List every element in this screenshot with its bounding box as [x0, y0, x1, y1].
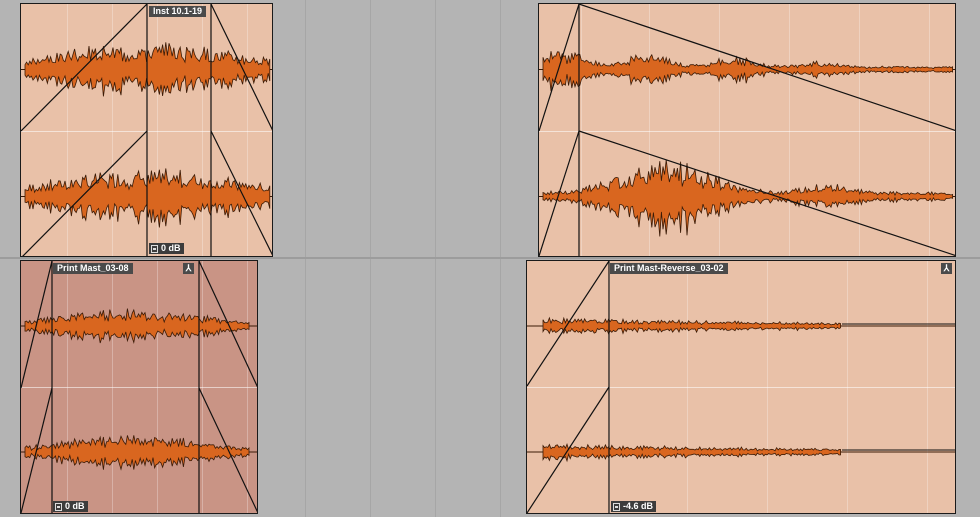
fade-lines[interactable] — [21, 4, 273, 257]
sync-point-icon[interactable]: ⅄ — [941, 263, 952, 274]
clip-name: Print Mast-Reverse_03-02 — [610, 263, 728, 274]
fade-lines[interactable] — [539, 4, 956, 257]
audio-clip-print-mast-03-08[interactable]: Print Mast_03-08 ⅄ 0 dB — [20, 260, 258, 514]
audio-clip-print-mast-reverse-03-02[interactable]: Print Mast-Reverse_03-02 ⅄ -4.6 dB — [526, 260, 956, 514]
clip-gain-readout[interactable]: -4.6 dB — [611, 501, 657, 512]
fade-lines[interactable] — [527, 261, 956, 514]
audio-clip-inst-10-1-19[interactable]: Inst 10.1-19 0 dB — [20, 3, 273, 257]
track-separator — [0, 257, 980, 259]
clip-gain-icon — [55, 502, 62, 511]
clip-name: Inst 10.1-19 — [149, 6, 207, 17]
fade-lines[interactable] — [21, 261, 258, 514]
clip-name: Print Mast_03-08 — [53, 263, 133, 274]
clip-gain-icon — [151, 244, 158, 253]
clip-gain-readout[interactable]: 0 dB — [53, 501, 88, 512]
clip-gain-readout[interactable]: 0 dB — [149, 243, 184, 254]
sync-point-icon[interactable]: ⅄ — [183, 263, 194, 274]
audio-clip-unnamed[interactable] — [538, 3, 956, 257]
clip-gain-icon — [613, 502, 620, 511]
